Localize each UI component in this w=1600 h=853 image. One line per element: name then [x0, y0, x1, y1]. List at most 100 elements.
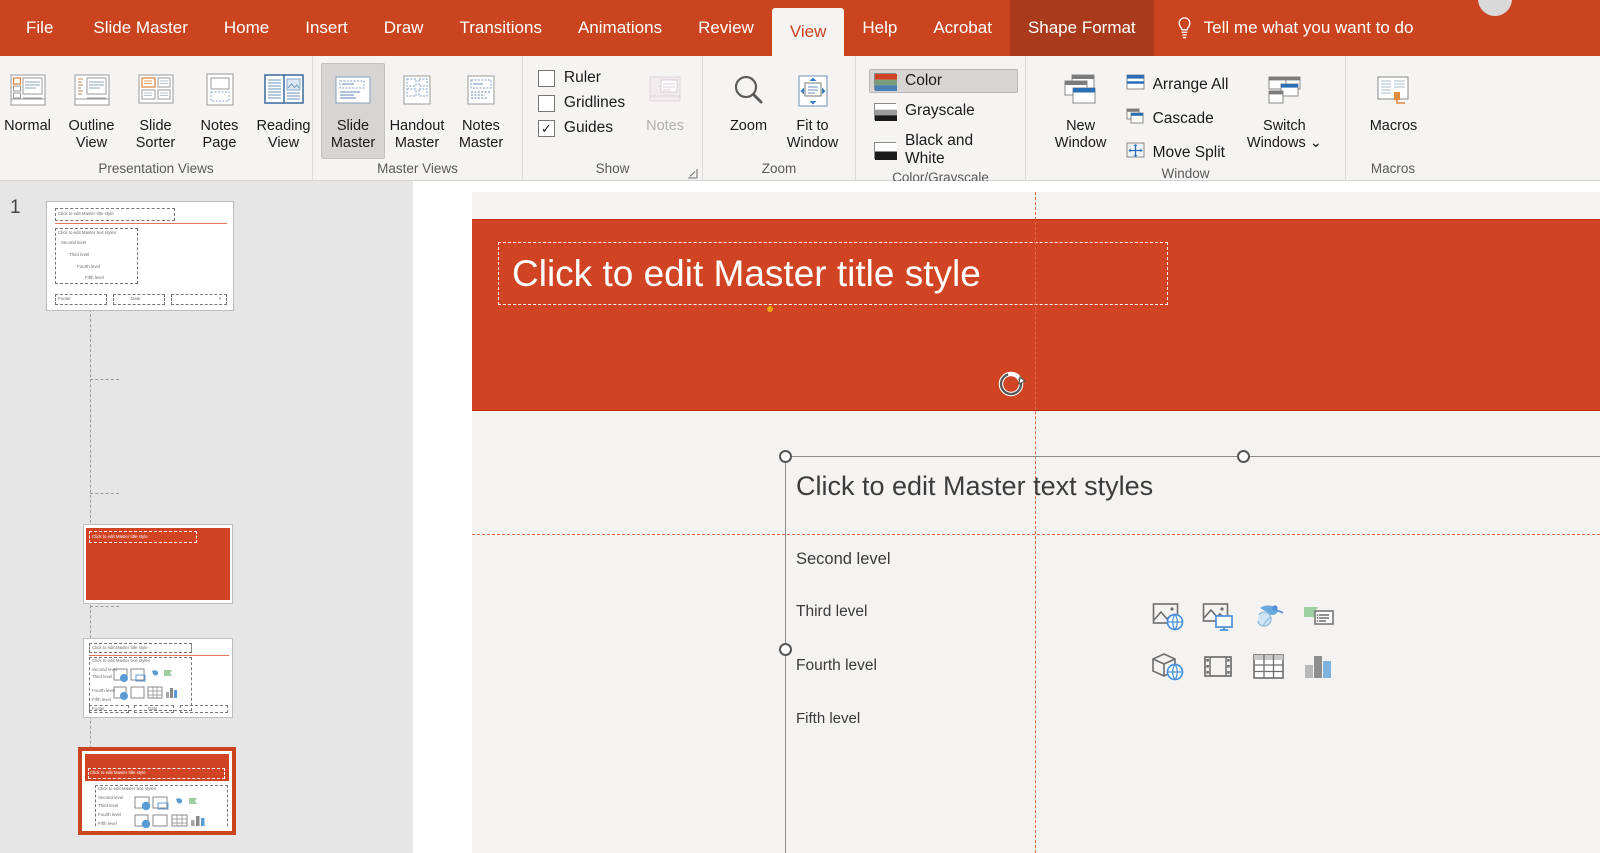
slide-canvas[interactable]: Click to edit Master title style Click t…: [264, 181, 1600, 853]
mini-footer-center: Date: [131, 296, 141, 301]
cascade-button[interactable]: Cascade: [1122, 105, 1233, 133]
tab-insert[interactable]: Insert: [287, 0, 366, 56]
checkbox-box[interactable]: [537, 69, 555, 87]
group-label: Zoom: [761, 161, 797, 176]
3d-models-icon[interactable]: [1144, 642, 1194, 692]
fit-to-window-button[interactable]: Fit to Window: [781, 63, 845, 159]
button-label: Handout Master: [389, 118, 445, 151]
chart-icon[interactable]: [1294, 642, 1344, 692]
ribbon-group-master-views: Slide Master Handout Master Notes Master Ma…: [312, 56, 522, 181]
slide-editing-surface[interactable]: Click to edit Master title style Click t…: [472, 192, 1600, 853]
selection-handle-middle-left[interactable]: [779, 643, 792, 656]
notes-page-button[interactable]: Notes Page: [188, 63, 252, 159]
tab-help[interactable]: Help: [844, 0, 915, 56]
checkbox-gridlines[interactable]: Gridlines: [537, 94, 626, 112]
smartart-icon[interactable]: [1294, 592, 1344, 642]
grayscale-swatch-icon: [874, 102, 897, 121]
button-label: New Window: [1054, 118, 1107, 151]
mini-slide: Click to edit Master title style Click t…: [85, 754, 229, 828]
mini-footer-right: #: [219, 296, 222, 301]
tab-shape-format[interactable]: Shape Format: [1009, 0, 1154, 56]
ribbon-tab-bar: File Slide Master Home Insert Draw Trans…: [0, 0, 1600, 56]
color-mode-grayscale[interactable]: Grayscale: [869, 99, 1018, 123]
notes-button: Notes: [633, 63, 697, 159]
tab-transitions[interactable]: Transitions: [441, 0, 560, 56]
tab-animations[interactable]: Animations: [560, 0, 680, 56]
checkbox-label: Guides: [563, 119, 614, 136]
online-pictures-icon[interactable]: [1144, 592, 1194, 642]
title-adjust-handle[interactable]: [767, 306, 773, 312]
thumbnail-selected-layout[interactable]: Click to edit Master title style Click t…: [78, 747, 236, 835]
tab-home[interactable]: Home: [206, 0, 287, 56]
mini-level-5: Fifth level: [92, 697, 111, 702]
switch-windows-button[interactable]: Switch Windows ⌄: [1238, 63, 1330, 159]
button-label: Reading View: [256, 118, 311, 151]
button-label: Switch Windows ⌄: [1246, 118, 1322, 151]
new-window-icon: [1057, 68, 1105, 116]
outline-view-button[interactable]: Outline View: [60, 63, 124, 159]
mini-level-4: Fourth level: [98, 812, 121, 817]
checkbox-guides[interactable]: ✓ Guides: [537, 119, 625, 137]
macros-button[interactable]: Macros: [1362, 63, 1426, 159]
handout-master-button[interactable]: Handout Master: [385, 63, 449, 159]
video-icon[interactable]: [1194, 642, 1244, 692]
button-label: Slide Sorter: [135, 118, 176, 151]
arrange-all-button[interactable]: Arrange All: [1122, 71, 1233, 99]
thumbnail-title-layout[interactable]: Click to edit Master title style: [83, 524, 233, 604]
body-level-2-text: Second level: [796, 550, 891, 568]
user-avatar[interactable]: [1478, 0, 1512, 16]
slide-thumbnail-pane[interactable]: 1 Click to edit Master title style Click…: [0, 181, 264, 853]
group-label: Presentation Views: [98, 161, 214, 176]
content-placeholder-icons: [1144, 592, 1344, 692]
ribbon-group-zoom: Zoom Fit to Window Zoom: [702, 56, 855, 181]
title-placeholder[interactable]: Click to edit Master title style: [498, 242, 1168, 305]
slide-sorter-button[interactable]: Slide Sorter: [124, 63, 188, 159]
group-label: Master Views: [377, 161, 458, 176]
tab-view[interactable]: View: [771, 8, 845, 56]
tab-label: File: [26, 18, 54, 37]
mini-footer-left: Footer: [58, 296, 71, 301]
color-mode-black-and-white[interactable]: Black and White: [869, 129, 1018, 171]
notes-master-button[interactable]: Notes Master: [449, 63, 513, 159]
body-level-4-text: Fourth level: [796, 657, 877, 674]
checkbox-label: Gridlines: [563, 94, 626, 111]
table-icon[interactable]: [1244, 642, 1294, 692]
thumbnail-slide-master[interactable]: Click to edit Master title style Click t…: [46, 201, 234, 311]
thumbnail-content-layout[interactable]: Click to edit Master title style Click t…: [83, 638, 233, 718]
new-window-button[interactable]: New Window: [1044, 63, 1118, 159]
show-dialog-launcher[interactable]: [687, 166, 698, 179]
checkbox-box[interactable]: [537, 94, 555, 112]
stock-images-icon[interactable]: [1244, 592, 1294, 642]
reading-view-button[interactable]: Reading View: [252, 63, 316, 159]
color-mode-color[interactable]: Color: [869, 69, 1018, 93]
selection-handle-top-left[interactable]: [779, 450, 792, 463]
ribbon-group-color-grayscale: Color Grayscale Black and White Color/Gr…: [855, 56, 1025, 185]
zoom-button[interactable]: Zoom: [717, 63, 781, 159]
checkbox-ruler[interactable]: Ruler: [537, 69, 625, 87]
mini-title-text: Click to edit Master title style: [58, 210, 114, 216]
tab-review[interactable]: Review: [680, 0, 772, 56]
chevron-down-icon[interactable]: ⌄: [1310, 135, 1322, 151]
tab-slide-master[interactable]: Slide Master: [75, 0, 205, 56]
move-split-button[interactable]: Move Split: [1122, 139, 1233, 167]
ribbon-group-presentation-views: Normal Outline View Slide Sorter Notes P…: [0, 56, 312, 181]
color-mode-list: Color Grayscale Black and White: [863, 63, 1018, 171]
tab-file[interactable]: File: [0, 0, 75, 56]
tab-draw[interactable]: Draw: [366, 0, 442, 56]
tab-label: Help: [862, 18, 898, 37]
ribbon-group-window: New Window Arrange All Cascade Move Spli…: [1025, 56, 1345, 181]
normal-view-button[interactable]: Normal: [0, 63, 60, 159]
outline-view-icon: [68, 68, 116, 116]
slide-master-button[interactable]: Slide Master: [321, 63, 385, 159]
button-label: Notes Page: [200, 118, 239, 151]
mini-level-2: Second level: [98, 795, 124, 800]
mini-body-text: Click to edit Master text styles: [92, 658, 151, 663]
tell-me-search[interactable]: Tell me what you want to do: [1154, 0, 1424, 56]
work-area: 1 Click to edit Master title style Click…: [0, 181, 1600, 853]
selection-handle-top-center[interactable]: [1237, 450, 1250, 463]
pictures-icon[interactable]: [1194, 592, 1244, 642]
checkbox-box[interactable]: ✓: [537, 119, 555, 137]
tab-acrobat[interactable]: Acrobat: [915, 0, 1010, 56]
tab-label: Slide Master: [93, 18, 188, 37]
mini-accent-rule: [89, 655, 229, 656]
